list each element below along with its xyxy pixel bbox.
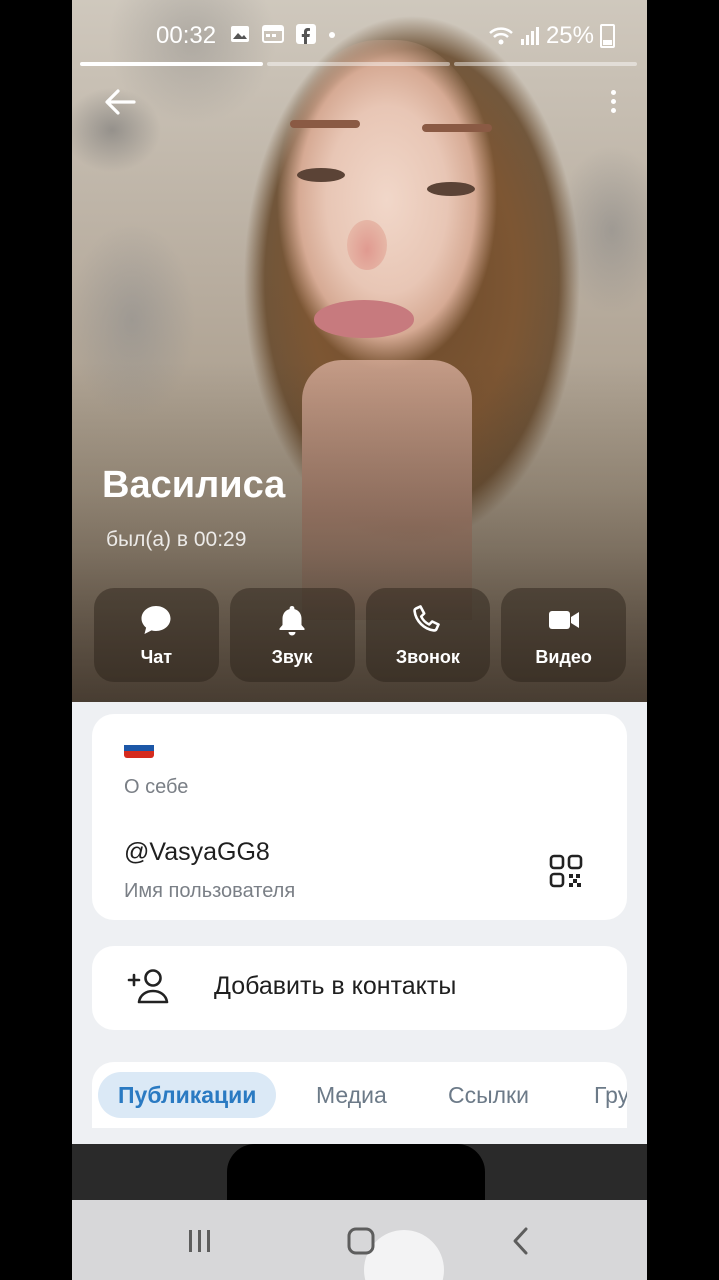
video-label: Видео <box>535 646 592 667</box>
action-buttons: Чат Звук Звонок Видео <box>94 588 626 682</box>
photo-brow-right <box>422 124 492 132</box>
wifi-icon <box>489 27 513 45</box>
add-contact-row[interactable]: Добавить в контакты <box>92 946 627 1030</box>
info-card: О себе @VasyaGG8 Имя пользователя <box>92 714 627 920</box>
recent-apps-icon[interactable] <box>186 1228 214 1254</box>
video-icon <box>548 610 579 629</box>
call-button[interactable]: Звонок <box>365 588 491 682</box>
phone-icon <box>413 604 440 632</box>
chat-icon <box>141 605 171 634</box>
qr-code-icon[interactable] <box>549 854 583 888</box>
username[interactable]: @VasyaGG8 <box>124 838 270 867</box>
touch-indicator <box>364 1230 444 1280</box>
video-button[interactable]: Видео <box>501 588 626 682</box>
chat-label: Чат <box>140 646 173 667</box>
progress-segment <box>267 62 450 66</box>
story-progress <box>80 62 637 66</box>
about-label: О себе <box>124 776 189 798</box>
progress-segment <box>454 62 637 66</box>
back-arrow-icon[interactable] <box>102 84 138 120</box>
status-bar: 00:32 25% <box>72 18 647 54</box>
bell-icon <box>279 605 305 635</box>
notification-icons <box>230 24 336 44</box>
battery-icon <box>600 24 615 48</box>
sound-button[interactable]: Звук <box>229 588 355 682</box>
home-icon[interactable] <box>346 1226 376 1256</box>
phone-screen: 00:32 25% Василиса был(а) в 00:29 Чат Зв… <box>72 0 647 1280</box>
image-icon <box>231 26 249 42</box>
photo-nose <box>347 220 387 270</box>
battery-percent: 25% <box>545 22 594 49</box>
facebook-icon <box>296 24 316 44</box>
call-label: Звонок <box>395 646 460 667</box>
tab-media[interactable]: Медиа <box>316 1072 387 1118</box>
add-user-icon <box>127 969 169 1004</box>
status-time: 00:32 <box>156 22 217 49</box>
back-nav-icon[interactable] <box>510 1226 532 1256</box>
calendar-icon <box>262 25 284 43</box>
dot-icon <box>329 32 335 38</box>
photo-brow-left <box>290 120 360 128</box>
tab-links[interactable]: Ссылки <box>448 1072 529 1118</box>
progress-segment <box>80 62 263 66</box>
status-right: 25% <box>488 22 615 50</box>
tab-publications[interactable]: Публикации <box>98 1072 277 1118</box>
system-nav-bar <box>72 1200 647 1280</box>
last-seen: был(а) в 00:29 <box>106 528 247 551</box>
signal-icon <box>520 27 539 45</box>
chat-button[interactable]: Чат <box>94 588 219 682</box>
sound-label: Звук <box>271 646 313 667</box>
media-tabs: Публикации Медиа Ссылки Гру <box>92 1062 627 1128</box>
more-options-icon[interactable] <box>607 86 619 118</box>
russia-flag-icon <box>124 738 154 758</box>
profile-name: Василиса <box>102 464 286 506</box>
tab-groups[interactable]: Гру <box>594 1072 627 1118</box>
username-label: Имя пользователя <box>124 880 296 902</box>
profile-content: О себе @VasyaGG8 Имя пользователя Добави… <box>72 702 647 1144</box>
photo-lips <box>314 300 414 338</box>
photo-eye-left <box>297 168 345 182</box>
add-contact-label: Добавить в контакты <box>214 972 457 1000</box>
photo-eye-right <box>427 182 475 196</box>
